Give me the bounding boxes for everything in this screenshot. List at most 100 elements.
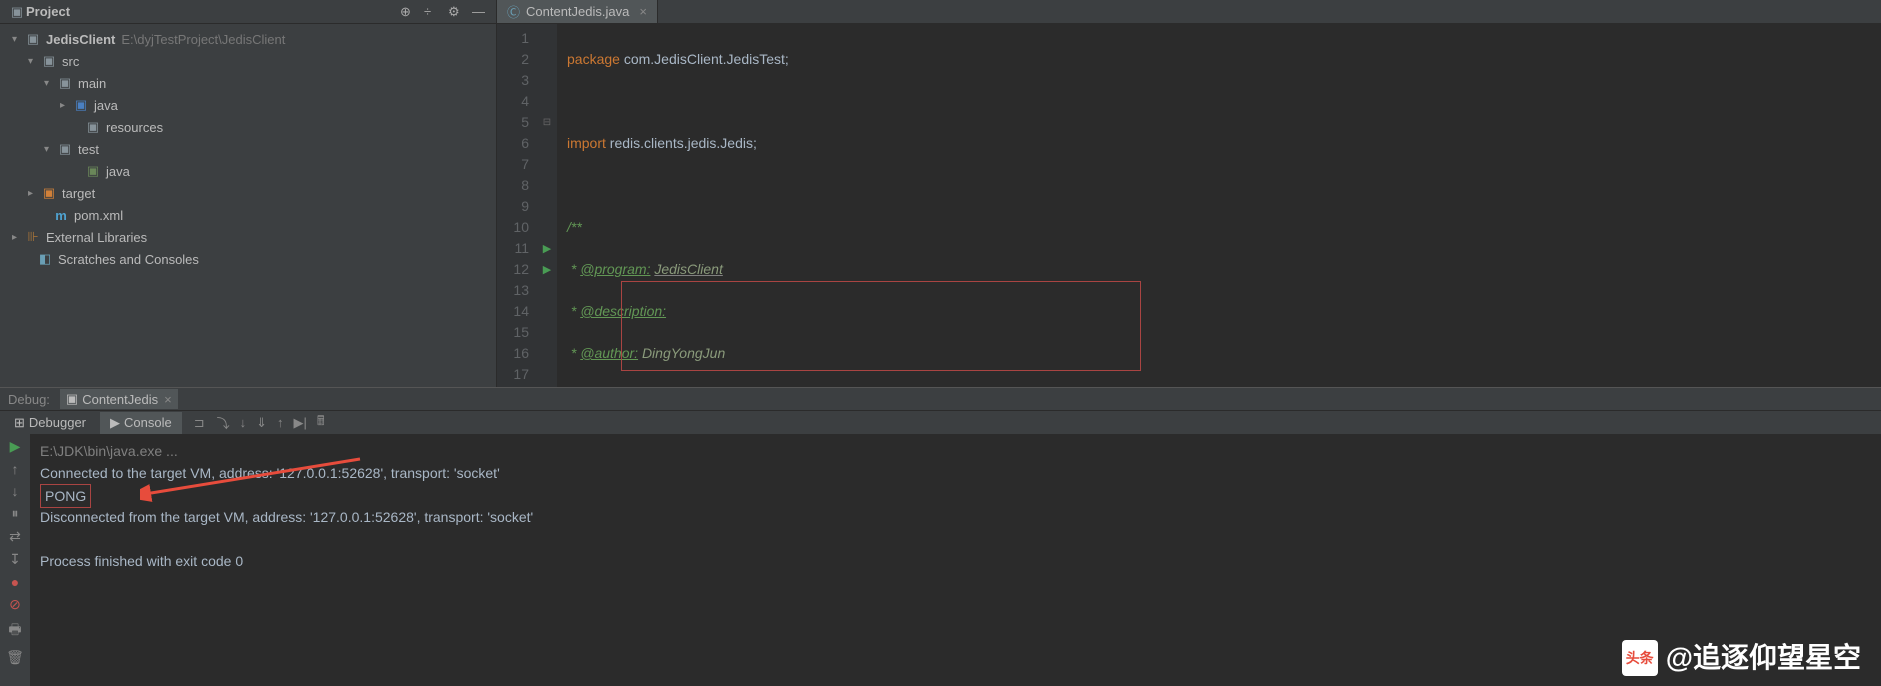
folder-icon: ▣ <box>8 4 26 20</box>
step-over-icon[interactable]: ⤵ <box>217 413 230 432</box>
debug-tool-icons: ⤵ ↓ ⇓ ↑ ▶| 🖩 <box>205 412 325 434</box>
tree-label: resources <box>106 120 163 135</box>
code-area[interactable]: 1 2 3 4 5 6 7 8 9 10 11 12 13 14 15 16 1… <box>497 24 1881 387</box>
close-icon[interactable]: × <box>164 392 172 407</box>
collapse-icon[interactable]: ÷ <box>424 4 440 20</box>
tree-test-java[interactable]: ▣ java <box>0 160 496 182</box>
tree-resources[interactable]: ▣ resources <box>0 116 496 138</box>
line-number: 9 <box>497 196 529 217</box>
debugger-tab[interactable]: ⊞ Debugger <box>4 412 96 434</box>
editor-tab[interactable]: Ⓒ ContentJedis.java × <box>497 0 658 23</box>
breakpoint-icon[interactable]: ● <box>11 574 19 590</box>
tree-main-java[interactable]: ▸ ▣ java <box>0 94 496 116</box>
line-gutter: 1 2 3 4 5 6 7 8 9 10 11 12 13 14 15 16 1… <box>497 24 537 387</box>
line-number: 5 <box>497 112 529 133</box>
gutter-icons: ⊟ ▶ ▶ <box>537 24 557 387</box>
tree-label: Scratches and Consoles <box>58 252 199 267</box>
down-icon[interactable]: ↓ <box>12 483 19 499</box>
fold-icon[interactable]: ⊟ <box>543 117 551 128</box>
tree-external[interactable]: ▸ ⊪ External Libraries <box>0 226 496 248</box>
gear-icon[interactable]: ⚙ <box>448 4 464 20</box>
watermark: 头条 @追逐仰望星空 <box>1622 640 1861 676</box>
console-tab[interactable]: ▶ Console <box>100 412 182 434</box>
tree-scratches[interactable]: ◧ Scratches and Consoles <box>0 248 496 270</box>
scratches-icon: ◧ <box>36 251 54 267</box>
tree-target[interactable]: ▸ ▣ target <box>0 182 496 204</box>
console-line: Connected to the target VM, address: '12… <box>40 462 1871 484</box>
line-number: 8 <box>497 175 529 196</box>
line-number: 1 <box>497 28 529 49</box>
line-number: 7 <box>497 154 529 175</box>
tree-label: pom.xml <box>74 208 123 223</box>
console-line <box>40 528 1871 550</box>
tree-label: main <box>78 76 106 91</box>
evaluate-icon[interactable]: 🖩 <box>317 412 325 434</box>
tree-label: src <box>62 54 79 69</box>
close-icon[interactable]: × <box>639 4 647 19</box>
tree-root[interactable]: ▾ ▣ JedisClient E:\dyjTestProject\JedisC… <box>0 28 496 50</box>
libraries-icon: ⊪ <box>24 229 42 245</box>
bug-icon: ⊞ <box>14 415 25 431</box>
subtab-label: Debugger <box>29 415 86 430</box>
run-cursor-icon[interactable]: ▶| <box>294 415 307 431</box>
resources-folder-icon: ▣ <box>84 119 102 135</box>
tree-label: test <box>78 142 99 157</box>
line-number: 6 <box>497 133 529 154</box>
watermark-text: @追逐仰望星空 <box>1666 647 1861 669</box>
chevron-down-icon[interactable]: ▾ <box>12 34 24 45</box>
line-number: 12 <box>497 259 529 280</box>
line-number: 14 <box>497 301 529 322</box>
chevron-down-icon[interactable]: ▾ <box>28 56 40 67</box>
tree-test[interactable]: ▾ ▣ test <box>0 138 496 160</box>
mute-icon[interactable]: ⊘ <box>9 596 21 613</box>
scroll-icon[interactable]: ↧ <box>9 551 21 568</box>
root-path: E:\dyjTestProject\JedisClient <box>121 32 285 47</box>
tree-label: java <box>94 98 118 113</box>
tree-pom[interactable]: m pom.xml <box>0 204 496 226</box>
tree-main[interactable]: ▾ ▣ main <box>0 72 496 94</box>
step-out-icon[interactable]: ↑ <box>277 415 284 430</box>
run-icon[interactable]: ▶ <box>543 242 551 255</box>
code-editor[interactable]: package com.JedisClient.JedisTest; impor… <box>557 24 1881 387</box>
test-folder-icon: ▣ <box>84 163 102 179</box>
chevron-down-icon[interactable]: ▾ <box>44 78 56 89</box>
step-into-icon[interactable]: ↓ <box>240 415 247 430</box>
rerun-icon[interactable]: ▶ <box>10 438 21 455</box>
tree-src[interactable]: ▾ ▣ src <box>0 50 496 72</box>
line-number: 15 <box>497 322 529 343</box>
source-folder-icon: ▣ <box>72 97 90 113</box>
stop-icon[interactable]: ↑ <box>12 461 19 477</box>
chevron-down-icon[interactable]: ▾ <box>44 144 56 155</box>
debug-header: Debug: ▣ ContentJedis × <box>0 388 1881 410</box>
debug-toolbar: ⊞ Debugger ▶ Console ⊐ ⤵ ↓ ⇓ ↑ ▶| 🖩 <box>0 410 1881 434</box>
chevron-right-icon[interactable]: ▸ <box>12 232 24 243</box>
wrap-icon[interactable]: ⇄ <box>9 528 21 545</box>
project-header: ▣ Project ⊕ ÷ ⚙ — <box>0 0 496 24</box>
pause-icon[interactable]: ⏸ <box>12 505 19 522</box>
print-icon[interactable]: 🖶 <box>8 619 21 643</box>
root-label: JedisClient <box>46 32 115 47</box>
line-number: 17 <box>497 364 529 385</box>
project-tree[interactable]: ▾ ▣ JedisClient E:\dyjTestProject\JedisC… <box>0 24 496 274</box>
run-icon[interactable]: ▶ <box>543 263 551 276</box>
line-number: 3 <box>497 70 529 91</box>
project-header-icons: ⊕ ÷ ⚙ — <box>400 4 488 20</box>
line-number: 2 <box>497 49 529 70</box>
force-step-icon[interactable]: ⇓ <box>256 415 267 431</box>
thread-icon[interactable]: ⊐ <box>194 415 205 431</box>
trash-icon[interactable]: 🗑 <box>6 649 24 666</box>
hide-icon[interactable]: — <box>472 4 488 20</box>
editor-tabs: Ⓒ ContentJedis.java × <box>497 0 1881 24</box>
watermark-logo: 头条 <box>1622 640 1658 676</box>
debug-tab[interactable]: ▣ ContentJedis × <box>60 389 178 409</box>
chevron-right-icon[interactable]: ▸ <box>60 100 72 111</box>
debug-panel: Debug: ▣ ContentJedis × ⊞ Debugger ▶ Con… <box>0 387 1881 686</box>
debug-side-icons: ▶ ↑ ↓ ⏸ ⇄ ↧ ● ⊘ 🖶 🗑 <box>0 434 30 686</box>
console-icon: ▶ <box>110 415 120 431</box>
console-line: Disconnected from the target VM, address… <box>40 506 1871 528</box>
chevron-right-icon[interactable]: ▸ <box>28 188 40 199</box>
debug-tab-label: ContentJedis <box>82 392 158 407</box>
console-output[interactable]: E:\JDK\bin\java.exe ... Connected to the… <box>30 434 1881 686</box>
target-icon[interactable]: ⊕ <box>400 4 416 20</box>
console-line-pong: PONG <box>40 484 1871 506</box>
